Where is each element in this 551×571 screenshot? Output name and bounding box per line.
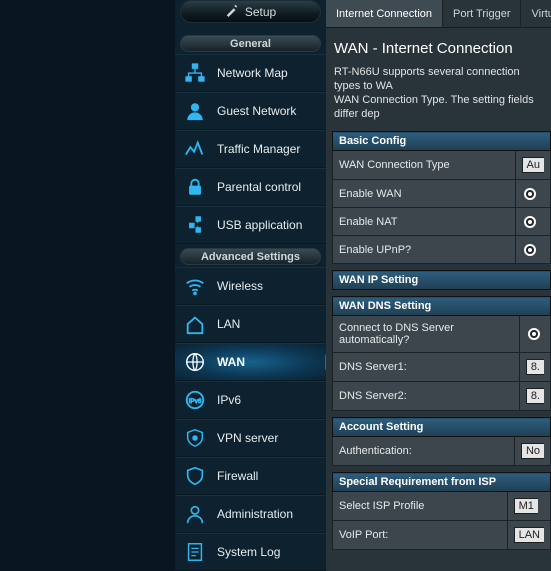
table-wan-ip: WAN IP Setting [332, 270, 551, 290]
field-label: WAN Connection Type [333, 151, 516, 180]
table-isp: Special Requirement from ISP Select ISP … [332, 472, 551, 550]
guest-network-icon [183, 99, 207, 123]
sidebar: Setup General Network Map Guest Network … [175, 0, 326, 571]
ipv6-icon: IPv6 [183, 388, 207, 412]
table-basic-config: Basic Config WAN Connection Type Au Enab… [332, 131, 551, 264]
field-label: Connect to DNS Server automatically? [333, 316, 520, 353]
field-label: Enable UPnP? [333, 236, 516, 264]
sidebar-item-guest-network[interactable]: Guest Network [175, 92, 326, 130]
sidebar-item-label: Guest Network [217, 104, 320, 118]
wand-icon [225, 3, 239, 20]
setup-button[interactable]: Setup [180, 0, 321, 23]
isp-profile-select[interactable]: M1 [514, 498, 538, 514]
sidebar-item-administration[interactable]: Administration [175, 495, 326, 533]
wan-icon [183, 350, 207, 374]
section-header-advanced: Advanced Settings [180, 248, 321, 265]
tab-bar: Internet Connection Port Trigger Virtual [326, 0, 551, 28]
page-description-line: RT-N66U supports several connection type… [334, 66, 520, 92]
tab-label: Virtual [531, 8, 551, 20]
sidebar-item-label: Traffic Manager [217, 142, 320, 156]
wan-connection-type-select[interactable]: Au [522, 157, 544, 173]
sidebar-item-vpn-server[interactable]: VPN server [175, 419, 326, 457]
tab-internet-connection[interactable]: Internet Connection [326, 0, 443, 27]
enable-nat-radio[interactable] [524, 216, 536, 228]
left-gutter [0, 0, 175, 571]
sidebar-item-system-log[interactable]: System Log [175, 533, 326, 571]
system-log-icon [183, 540, 207, 564]
sidebar-item-wan[interactable]: WAN [175, 343, 326, 381]
firewall-icon [183, 464, 207, 488]
parental-control-icon [183, 175, 207, 199]
group-header: WAN IP Setting [333, 271, 551, 290]
sidebar-item-label: VPN server [217, 431, 320, 445]
tab-label: Internet Connection [336, 8, 432, 20]
usb-application-icon [183, 213, 207, 237]
sidebar-item-usb-application[interactable]: USB application [175, 206, 326, 244]
setup-label: Setup [245, 5, 276, 19]
sidebar-item-network-map[interactable]: Network Map [175, 54, 326, 92]
group-header: Special Requirement from ISP [333, 473, 551, 492]
group-header: Basic Config [333, 132, 551, 151]
voip-port-select[interactable]: LAN [514, 527, 544, 543]
svg-text:IPv6: IPv6 [189, 398, 202, 405]
sidebar-item-firewall[interactable]: Firewall [175, 457, 326, 495]
field-label: Select ISP Profile [333, 492, 508, 521]
network-map-icon [183, 61, 207, 85]
sidebar-item-traffic-manager[interactable]: Traffic Manager [175, 130, 326, 168]
section-header-label: General [230, 38, 271, 50]
administration-icon [183, 502, 207, 526]
sidebar-item-label: Wireless [217, 279, 320, 293]
app-root: Setup General Network Map Guest Network … [0, 0, 551, 571]
sidebar-item-label: LAN [217, 317, 320, 331]
sidebar-item-label: IPv6 [217, 393, 320, 407]
field-label: Enable WAN [333, 180, 516, 208]
authentication-select[interactable]: No [521, 443, 544, 459]
sidebar-item-label: WAN [217, 355, 320, 369]
sidebar-item-wireless[interactable]: Wireless [175, 267, 326, 305]
tab-port-trigger[interactable]: Port Trigger [443, 0, 521, 27]
page-description: RT-N66U supports several connection type… [326, 65, 551, 131]
sidebar-item-ipv6[interactable]: IPv6 IPv6 [175, 381, 326, 419]
sidebar-item-label: Parental control [217, 180, 320, 194]
enable-wan-radio[interactable] [524, 188, 536, 200]
table-account: Account Setting Authentication: No [332, 417, 551, 466]
field-label: VoIP Port: [333, 521, 508, 550]
sidebar-item-label: Administration [217, 507, 320, 521]
dns-server2-input[interactable]: 8. [526, 388, 544, 404]
main-content: Internet Connection Port Trigger Virtual… [326, 0, 551, 571]
tab-label: Port Trigger [453, 8, 510, 20]
field-label: DNS Server2: [333, 382, 520, 411]
sidebar-item-label: System Log [217, 545, 320, 559]
sidebar-item-parental-control[interactable]: Parental control [175, 168, 326, 206]
page-description-line: WAN Connection Type. The setting fields … [334, 94, 534, 120]
field-label: Authentication: [333, 437, 515, 466]
field-label: DNS Server1: [333, 353, 520, 382]
section-header-general: General [180, 35, 321, 52]
sidebar-item-label: USB application [217, 218, 320, 232]
group-header: WAN DNS Setting [333, 297, 551, 316]
tab-virtual[interactable]: Virtual [521, 0, 551, 27]
enable-upnp-radio[interactable] [524, 244, 536, 256]
group-header: Account Setting [333, 418, 551, 437]
vpn-server-icon [183, 426, 207, 450]
dns-server1-input[interactable]: 8. [526, 359, 544, 375]
lan-icon [183, 312, 207, 336]
field-label: Enable NAT [333, 208, 516, 236]
table-wan-dns: WAN DNS Setting Connect to DNS Server au… [332, 296, 551, 411]
form-area: Basic Config WAN Connection Type Au Enab… [326, 131, 551, 571]
auto-dns-radio[interactable] [528, 328, 540, 340]
wireless-icon [183, 274, 207, 298]
page-title: WAN - Internet Connection [326, 28, 551, 65]
traffic-manager-icon [183, 137, 207, 161]
sidebar-item-label: Firewall [217, 469, 320, 483]
sidebar-item-label: Network Map [217, 66, 320, 80]
section-header-label: Advanced Settings [201, 251, 300, 263]
sidebar-item-lan[interactable]: LAN [175, 305, 326, 343]
